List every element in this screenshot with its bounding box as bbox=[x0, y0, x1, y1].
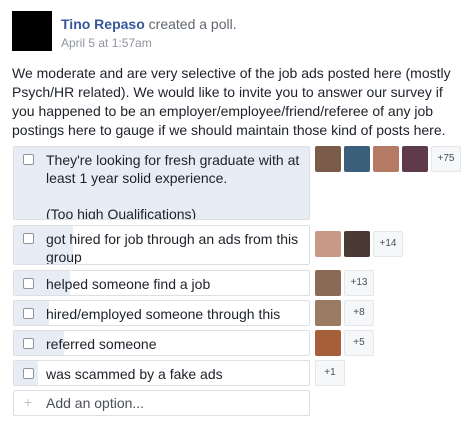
author-name-link[interactable]: Tino Repaso bbox=[61, 16, 145, 32]
voter-avatar[interactable] bbox=[344, 231, 370, 257]
voter-avatars: +13 bbox=[315, 270, 374, 296]
more-voters-badge[interactable]: +8 bbox=[344, 300, 374, 326]
checkbox[interactable] bbox=[23, 338, 34, 349]
voter-avatars: +8 bbox=[315, 300, 374, 326]
poll-option-label: got hired for job through an ads from th… bbox=[46, 231, 299, 265]
post-header: Tino Repaso created a poll. bbox=[61, 15, 237, 33]
voter-avatar[interactable] bbox=[315, 330, 341, 356]
checkbox[interactable] bbox=[23, 368, 34, 379]
author-avatar[interactable] bbox=[12, 11, 52, 51]
poll-option-label: was scammed by a fake ads bbox=[46, 366, 223, 382]
voter-avatar[interactable] bbox=[402, 146, 428, 172]
more-voters-badge[interactable]: +14 bbox=[373, 231, 403, 257]
more-voters-badge[interactable]: +13 bbox=[344, 270, 374, 296]
voter-avatar[interactable] bbox=[344, 146, 370, 172]
voter-avatar[interactable] bbox=[373, 146, 399, 172]
checkbox[interactable] bbox=[23, 278, 34, 289]
checkbox[interactable] bbox=[23, 308, 34, 319]
poll-option-box[interactable]: referred someone bbox=[13, 330, 310, 356]
voter-avatars: +1 bbox=[315, 360, 345, 386]
poll-option-label: helped someone find a job bbox=[46, 276, 211, 292]
checkbox[interactable] bbox=[23, 233, 34, 244]
poll-option-box[interactable]: They're looking for fresh graduate with … bbox=[13, 146, 310, 220]
poll-option-box[interactable]: helped someone find a job bbox=[13, 270, 310, 296]
poll-option-label: They're looking for fresh graduate with … bbox=[46, 152, 300, 220]
poll-option-box[interactable]: hired/employed someone through this grou… bbox=[13, 300, 310, 326]
add-option-input[interactable]: + Add an option... bbox=[13, 390, 310, 416]
poll-option-box[interactable]: was scammed by a fake ads bbox=[13, 360, 310, 386]
post-action-text: created a poll. bbox=[148, 16, 237, 32]
poll-post: Tino Repaso created a poll. April 5 at 1… bbox=[0, 0, 474, 431]
voter-avatars: +14 bbox=[315, 231, 403, 257]
voter-avatars: +75 bbox=[315, 146, 461, 172]
more-voters-badge[interactable]: +5 bbox=[344, 330, 374, 356]
voter-avatar[interactable] bbox=[315, 231, 341, 257]
voter-avatar[interactable] bbox=[315, 146, 341, 172]
post-body: We moderate and are very selective of th… bbox=[12, 65, 451, 138]
checkbox[interactable] bbox=[23, 154, 34, 165]
poll-option-label: hired/employed someone through this grou… bbox=[46, 306, 281, 325]
voter-avatar[interactable] bbox=[315, 300, 341, 326]
voter-avatars: +5 bbox=[315, 330, 374, 356]
post-timestamp[interactable]: April 5 at 1:57am bbox=[61, 36, 152, 50]
more-voters-badge[interactable]: +1 bbox=[315, 360, 345, 386]
poll-option-box[interactable]: got hired for job through an ads from th… bbox=[13, 225, 310, 265]
add-option-placeholder: Add an option... bbox=[46, 395, 145, 411]
more-voters-badge[interactable]: +75 bbox=[431, 146, 461, 172]
poll-option-label: referred someone bbox=[46, 336, 157, 352]
plus-icon: + bbox=[24, 394, 33, 410]
voter-avatar[interactable] bbox=[315, 270, 341, 296]
